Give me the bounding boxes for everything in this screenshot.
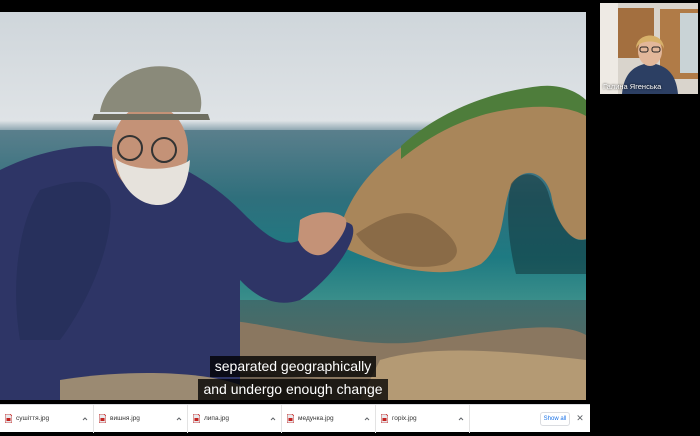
video-subtitles: separated geographically and undergo eno… bbox=[0, 356, 586, 400]
chevron-up-icon[interactable] bbox=[458, 416, 464, 422]
download-file-name: медунка.jpg bbox=[298, 415, 334, 422]
participant-name-label: Галина Ягенська bbox=[603, 82, 662, 91]
presenter-figure bbox=[0, 66, 354, 400]
download-file-name: сушіття.jpg bbox=[16, 415, 50, 422]
image-file-icon bbox=[5, 414, 12, 423]
participant-webcam-image bbox=[600, 3, 698, 94]
download-item[interactable]: сушіття.jpg bbox=[0, 404, 94, 433]
download-shelf: сушіття.jpg вишня.jpg липа.jpg медунка.j… bbox=[0, 404, 590, 433]
download-item[interactable]: медунка.jpg bbox=[282, 404, 376, 433]
image-file-icon bbox=[287, 414, 294, 423]
chevron-up-icon[interactable] bbox=[176, 416, 182, 422]
close-icon[interactable]: ✕ bbox=[576, 413, 584, 423]
download-item[interactable]: горіх.jpg bbox=[376, 404, 470, 433]
show-all-button[interactable]: Show all bbox=[540, 412, 570, 426]
download-file-name: горіх.jpg bbox=[392, 415, 417, 422]
image-file-icon bbox=[99, 414, 106, 423]
download-file-name: вишня.jpg bbox=[110, 415, 140, 422]
image-file-icon bbox=[381, 414, 388, 423]
download-item[interactable]: вишня.jpg bbox=[94, 404, 188, 433]
download-file-name: липа.jpg bbox=[204, 415, 230, 422]
image-file-icon bbox=[193, 414, 200, 423]
participant-video-tile[interactable]: Галина Ягенська bbox=[600, 3, 698, 94]
shared-screen-video: separated geographically and undergo eno… bbox=[0, 12, 586, 400]
chevron-up-icon[interactable] bbox=[364, 416, 370, 422]
subtitle-line-1: separated geographically bbox=[209, 356, 377, 377]
chevron-up-icon[interactable] bbox=[270, 416, 276, 422]
subtitle-line-2: and undergo enough change bbox=[198, 379, 388, 400]
chevron-up-icon[interactable] bbox=[82, 416, 88, 422]
download-item[interactable]: липа.jpg bbox=[188, 404, 282, 433]
